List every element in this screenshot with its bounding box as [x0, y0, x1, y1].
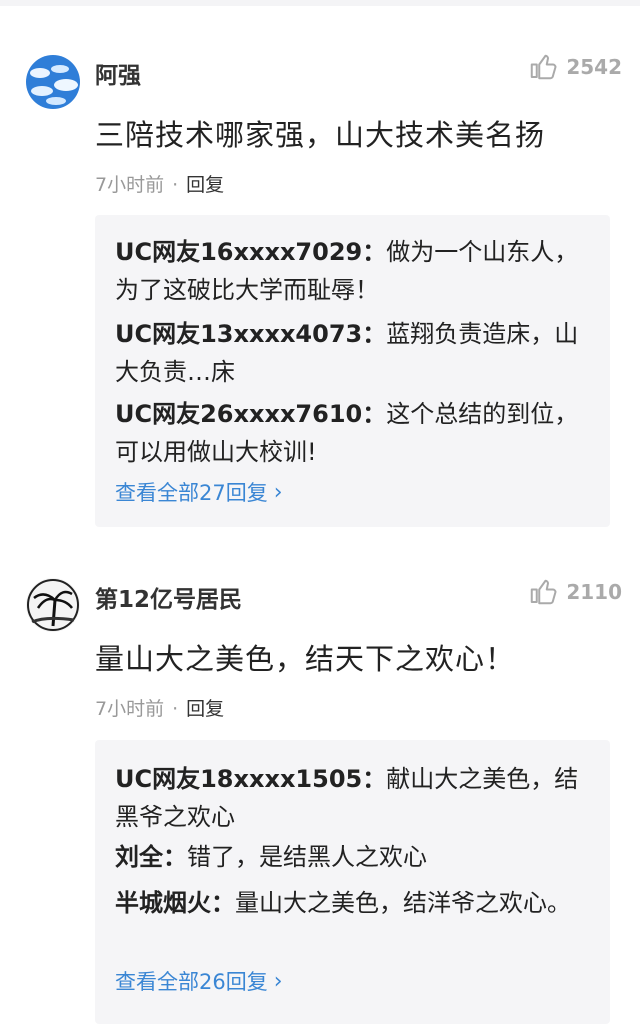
like-button[interactable]: 2542: [528, 52, 622, 82]
view-all-label: 查看全部27回复: [115, 481, 268, 505]
separator-dot: ·: [172, 698, 179, 720]
username[interactable]: 阿强: [95, 56, 141, 90]
avatar[interactable]: [26, 578, 80, 632]
reply-item[interactable]: UC网友26xxxx7610：这个总结的到位，可以用做山大校训!: [115, 395, 595, 471]
view-all-replies-link[interactable]: 查看全部26回复 ›: [115, 966, 283, 996]
chevron-right-icon: ›: [273, 479, 283, 505]
reply-item[interactable]: UC网友16xxxx7029：做为一个山东人，为了这破比大学而耻辱！: [115, 233, 595, 309]
avatar-sky-icon: [26, 55, 80, 109]
replies-box: UC网友16xxxx7029：做为一个山东人，为了这破比大学而耻辱！ UC网友1…: [95, 215, 610, 527]
username[interactable]: 第12亿号居民: [95, 580, 242, 614]
reply-button[interactable]: 回复: [186, 698, 224, 720]
separator-dot: ·: [172, 174, 179, 196]
avatar[interactable]: [26, 55, 80, 109]
reply-username[interactable]: 刘全：: [115, 843, 187, 871]
replies-box: UC网友18xxxx1505：献山大之美色，结黑爷之欢心 刘全：错了，是结黑人之…: [95, 740, 610, 1024]
view-all-replies-link[interactable]: 查看全部27回复 ›: [115, 477, 283, 507]
timestamp: 7小时前: [95, 174, 165, 196]
thumbs-up-icon: [531, 54, 557, 80]
comment-meta: 7小时前 · 回复: [95, 170, 224, 197]
reply-username[interactable]: UC网友16xxxx7029：: [115, 238, 386, 266]
reply-username[interactable]: UC网友18xxxx1505：: [115, 765, 386, 793]
reply-username[interactable]: UC网友13xxxx4073：: [115, 320, 386, 348]
reply-text: 错了，是结黑人之欢心: [187, 843, 427, 871]
reply-item[interactable]: UC网友18xxxx1505：献山大之美色，结黑爷之欢心: [115, 760, 595, 836]
view-all-label: 查看全部26回复: [115, 970, 268, 994]
reply-text: 量山大之美色，结洋爷之欢心。: [235, 889, 571, 917]
chevron-right-icon: ›: [273, 968, 283, 994]
thumbs-up-icon: [531, 579, 557, 605]
timestamp: 7小时前: [95, 698, 165, 720]
comment-text: 量山大之美色，结天下之欢心！: [95, 642, 516, 676]
reply-username[interactable]: 半城烟火：: [115, 889, 235, 917]
top-divider: [0, 0, 640, 6]
reply-username[interactable]: UC网友26xxxx7610：: [115, 400, 386, 428]
like-count: 2542: [566, 55, 622, 79]
reply-item[interactable]: 刘全：错了，是结黑人之欢心: [115, 838, 595, 876]
like-count: 2110: [566, 580, 622, 604]
reply-item[interactable]: 半城烟火：量山大之美色，结洋爷之欢心。: [115, 884, 595, 922]
reply-button[interactable]: 回复: [186, 174, 224, 196]
comment-meta: 7小时前 · 回复: [95, 694, 224, 721]
avatar-palm-icon: [26, 578, 80, 632]
like-button[interactable]: 2110: [528, 577, 622, 607]
comment-text: 三陪技术哪家强，山大技术美名扬: [95, 118, 546, 152]
reply-item[interactable]: UC网友13xxxx4073：蓝翔负责造床，山大负责…床: [115, 315, 595, 391]
